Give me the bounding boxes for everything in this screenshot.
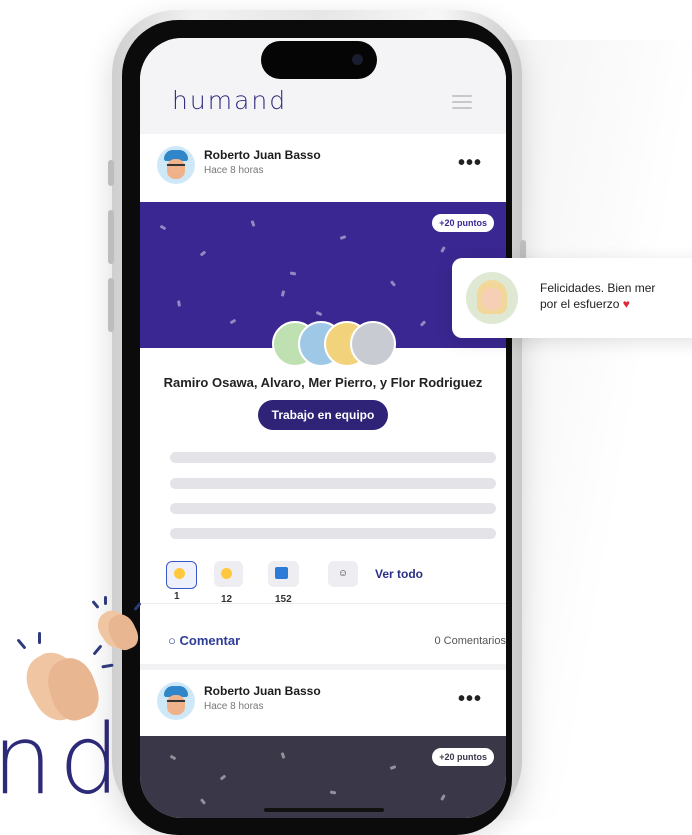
post-header: Roberto Juan Basso Hace 8 horas ••• <box>140 134 506 202</box>
comment-count[interactable]: 0 Comentarios <box>434 635 506 647</box>
reaction-blue[interactable]: 152 <box>268 561 299 605</box>
recipient-avatars <box>272 321 412 367</box>
volume-up-button <box>108 210 114 264</box>
recipients-names: Ramiro Osawa, Alvaro, Mer Pierro, y Flor… <box>163 375 483 390</box>
text-placeholder <box>170 503 496 514</box>
floating-comment: Felicidades. Bien mer por el esfuerzo ♥ <box>452 258 692 338</box>
author-name[interactable]: Roberto Juan Basso <box>204 684 321 698</box>
phone-frame: humand Roberto Juan Basso Hace 8 horas •… <box>108 10 526 835</box>
text-placeholder <box>170 478 496 489</box>
author-avatar[interactable] <box>157 146 195 184</box>
clapping-hands-icon <box>10 630 120 730</box>
post-time: Hace 8 horas <box>204 165 264 176</box>
text-placeholder <box>170 452 496 463</box>
post-time: Hace 8 horas <box>204 701 264 712</box>
comment-button[interactable]: ○ Comentar <box>168 633 240 648</box>
comments-bar: ○ Comentar 0 Comentarios <box>140 603 506 664</box>
more-options-button[interactable]: ••• <box>458 688 482 711</box>
ver-todo-link[interactable]: Ver todo <box>375 567 423 581</box>
heart-icon: ♥ <box>622 297 630 311</box>
recipient-avatar <box>350 321 396 367</box>
blue-square-icon <box>275 567 288 580</box>
home-indicator[interactable] <box>264 808 384 812</box>
volume-down-button <box>108 278 114 332</box>
recognition-banner: +20 puntos <box>140 736 506 818</box>
add-emoji-icon: ☺ <box>337 568 349 579</box>
points-badge: +20 puntos <box>432 748 494 766</box>
commenter-avatar <box>466 272 518 324</box>
humand-logo: humand <box>172 86 288 115</box>
feed-post: Roberto Juan Basso Hace 8 horas ••• <box>140 664 506 742</box>
reaction-smile[interactable]: 1 <box>166 561 197 602</box>
author-name[interactable]: Roberto Juan Basso <box>204 148 321 162</box>
points-badge: +20 puntos <box>432 214 494 232</box>
author-avatar[interactable] <box>157 682 195 720</box>
hamburger-menu-icon[interactable] <box>452 95 472 113</box>
add-reaction-button[interactable]: ☺ <box>328 561 358 587</box>
text-placeholder <box>170 528 496 539</box>
app-screen: humand Roberto Juan Basso Hace 8 horas •… <box>140 38 506 818</box>
chat-bubble-icon: ○ <box>168 633 176 648</box>
more-options-button[interactable]: ••• <box>458 152 482 175</box>
recognition-tag[interactable]: Trabajo en equipo <box>258 400 388 430</box>
dynamic-island <box>261 41 377 79</box>
smile-emoji-icon <box>174 567 185 579</box>
laugh-emoji-icon <box>221 567 232 579</box>
reaction-laugh[interactable]: 12 <box>214 561 243 605</box>
comment-text: Felicidades. Bien mer por el esfuerzo ♥ <box>540 281 656 311</box>
mute-switch <box>108 160 114 186</box>
post-header: Roberto Juan Basso Hace 8 horas ••• <box>140 670 506 738</box>
